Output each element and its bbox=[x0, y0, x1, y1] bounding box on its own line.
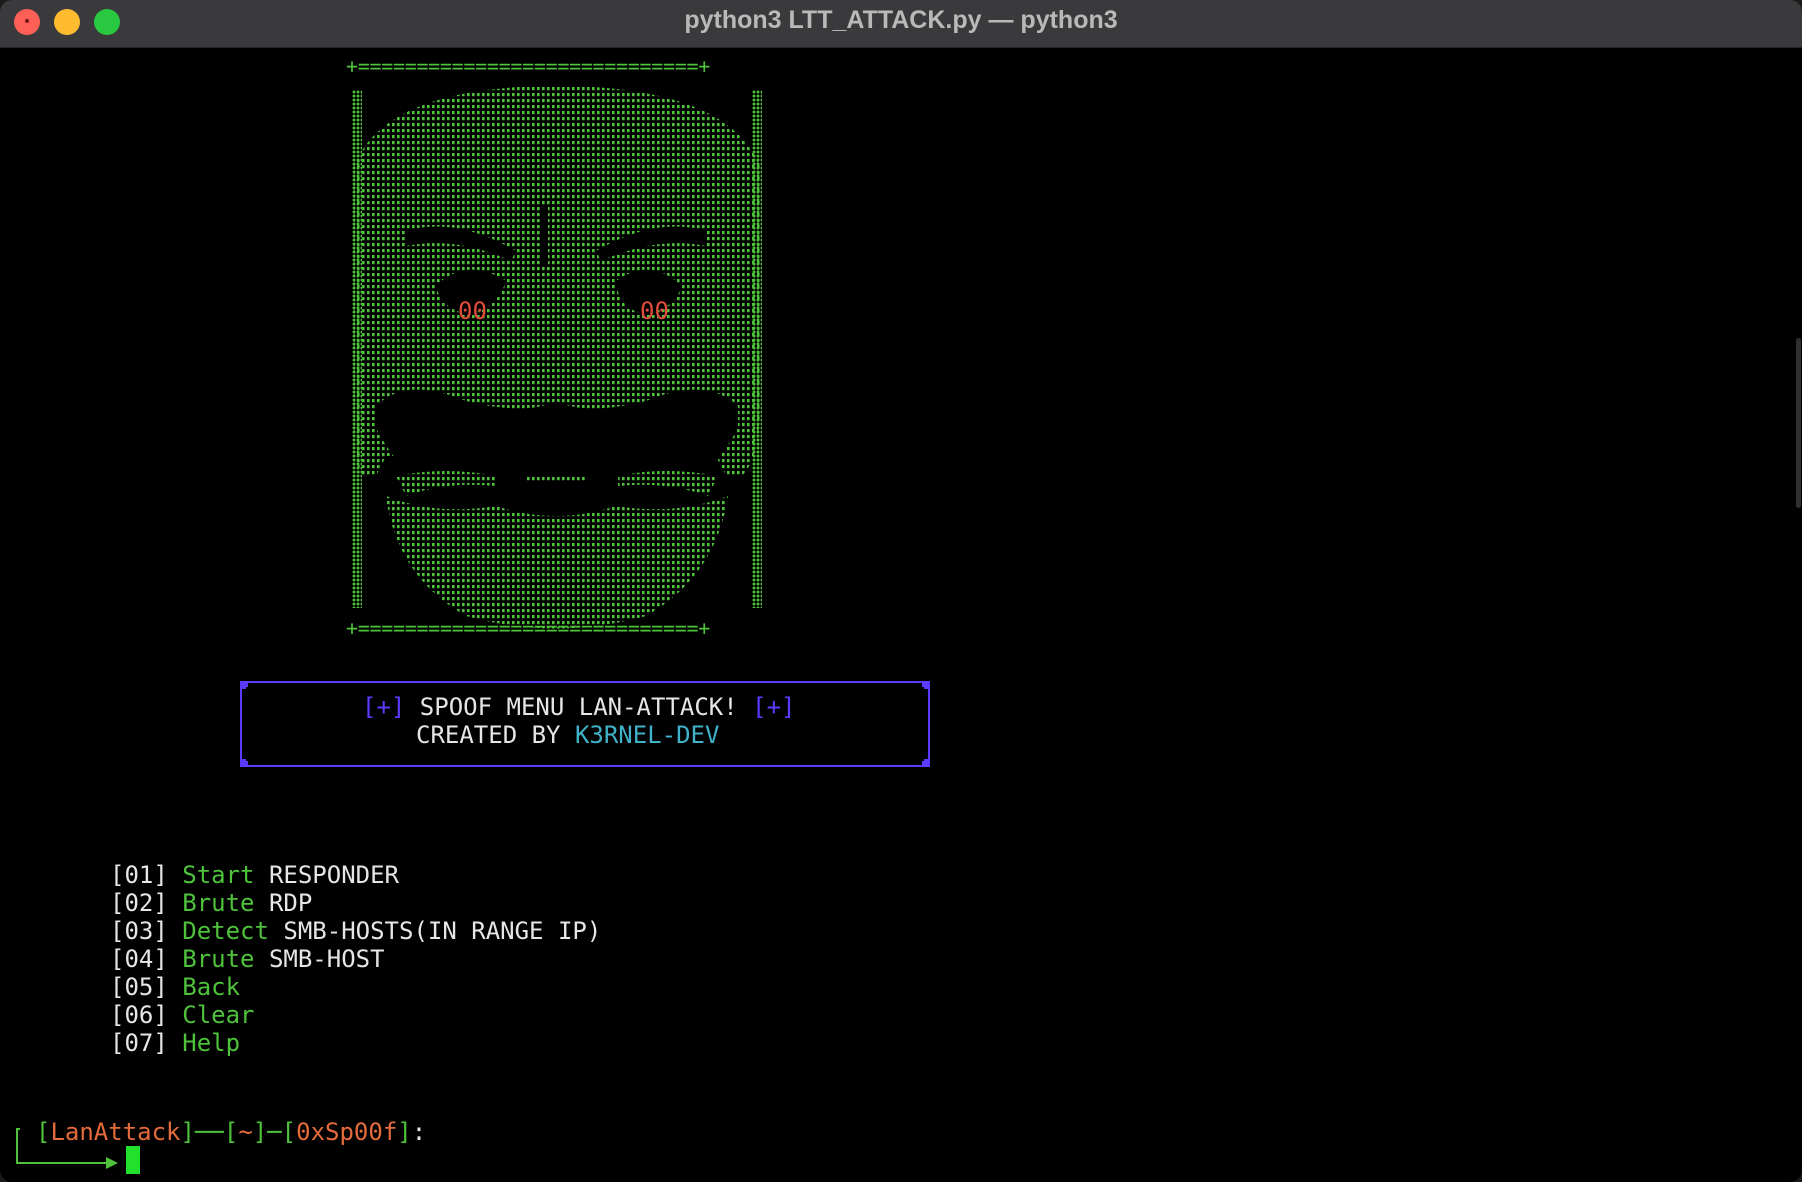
art-bottom-rule: +=============================+ bbox=[346, 616, 710, 640]
menu-item-verb: Detect bbox=[182, 917, 269, 945]
banner-corner bbox=[240, 759, 248, 767]
banner-corner bbox=[240, 681, 248, 689]
prompt-bracket: [ bbox=[281, 1118, 297, 1146]
menu-item-number: [04] bbox=[110, 945, 168, 973]
prompt-bracket: ] bbox=[180, 1118, 195, 1146]
banner-corner bbox=[922, 681, 930, 689]
menu-item-verb: Clear bbox=[182, 1001, 255, 1029]
terminal-cursor[interactable] bbox=[126, 1146, 140, 1174]
prompt-arrow-line bbox=[16, 1162, 106, 1164]
menu-item-number: [06] bbox=[110, 1001, 168, 1029]
scrollbar[interactable] bbox=[1792, 48, 1802, 1178]
prompt-corner-line bbox=[16, 1128, 20, 1164]
prompt-arrow-icon bbox=[106, 1157, 118, 1169]
prompt-bracket: ] bbox=[397, 1118, 412, 1146]
scrollbar-thumb[interactable] bbox=[1796, 338, 1801, 508]
prompt-separator: ─ bbox=[267, 1118, 282, 1146]
menu-item-number: [07] bbox=[110, 1029, 168, 1057]
menu-item-detect-smb-hosts[interactable]: [03] Detect SMB-HOSTS(IN RANGE IP) bbox=[110, 917, 601, 945]
window-title: python3 LTT_ATTACK.py — python3 bbox=[684, 6, 1118, 34]
menu-item-target: SMB-HOST bbox=[268, 945, 385, 973]
right-eye: 00 bbox=[640, 297, 669, 325]
terminal-window: • python3 LTT_ATTACK.py — python3 +=====… bbox=[0, 0, 1802, 1182]
prompt-name: LanAttack bbox=[50, 1118, 181, 1146]
menu-item-verb: Start bbox=[182, 861, 255, 889]
menu-item-number: [03] bbox=[110, 917, 168, 945]
banner-plus-right: [+] bbox=[752, 693, 796, 721]
menu-item-verb: Help bbox=[182, 1029, 241, 1057]
title-banner: [+] SPOOF MENU LAN-ATTACK! [+] CREATED B… bbox=[240, 681, 930, 767]
banner-plus-left: [+] bbox=[362, 693, 406, 721]
menu-item-target: SMB-HOSTS(IN RANGE IP) bbox=[283, 917, 602, 945]
menu-item-brute-rdp[interactable]: [02] Brute RDP bbox=[110, 889, 601, 917]
shell-prompt[interactable]: [LanAttack]──[~]─[0xSp00f]: bbox=[14, 1118, 614, 1178]
attack-menu: [01] Start RESPONDER [02] Brute RDP [03]… bbox=[110, 861, 601, 1057]
terminal-content[interactable]: +=============================+ 00 00 +=… bbox=[0, 48, 1792, 1182]
prompt-colon: : bbox=[411, 1118, 427, 1146]
menu-item-clear[interactable]: [06] Clear bbox=[110, 1001, 601, 1029]
prompt-directory: ~ bbox=[238, 1118, 253, 1146]
banner-title-line: [+] SPOOF MENU LAN-ATTACK! [+] bbox=[362, 693, 796, 721]
ascii-mask-art: +=============================+ 00 00 +=… bbox=[346, 56, 768, 646]
left-eye: 00 bbox=[458, 297, 487, 325]
mask-face-drawing bbox=[354, 86, 760, 629]
menu-item-start-responder[interactable]: [01] Start RESPONDER bbox=[110, 861, 601, 889]
prompt-bracket: [ bbox=[36, 1118, 51, 1146]
menu-item-target: RDP bbox=[268, 889, 313, 917]
menu-item-back[interactable]: [05] Back bbox=[110, 973, 601, 1001]
banner-credit-prefix: CREATED BY bbox=[416, 721, 575, 749]
prompt-separator: ── bbox=[194, 1118, 224, 1146]
menu-item-number: [05] bbox=[110, 973, 168, 1001]
prompt-text: [LanAttack]──[~]─[0xSp00f]: bbox=[36, 1118, 426, 1146]
banner-author: K3RNEL-DEV bbox=[574, 721, 720, 749]
prompt-tag: 0xSp00f bbox=[296, 1118, 398, 1146]
banner-corner bbox=[922, 759, 930, 767]
menu-item-verb: Back bbox=[182, 973, 241, 1001]
menu-item-target: RESPONDER bbox=[268, 861, 399, 889]
menu-item-number: [02] bbox=[110, 889, 168, 917]
menu-item-verb: Brute bbox=[182, 945, 255, 973]
title-bar: • python3 LTT_ATTACK.py — python3 bbox=[0, 0, 1802, 48]
menu-item-verb: Brute bbox=[182, 889, 255, 917]
prompt-bracket: [ bbox=[223, 1118, 239, 1146]
menu-item-brute-smb-host[interactable]: [04] Brute SMB-HOST bbox=[110, 945, 601, 973]
menu-item-number: [01] bbox=[110, 861, 168, 889]
prompt-bracket: ] bbox=[252, 1118, 268, 1146]
menu-item-help[interactable]: [07] Help bbox=[110, 1029, 601, 1057]
banner-title: SPOOF MENU LAN-ATTACK! bbox=[405, 693, 753, 721]
banner-credit-line: CREATED BY K3RNEL-DEV bbox=[416, 721, 719, 749]
